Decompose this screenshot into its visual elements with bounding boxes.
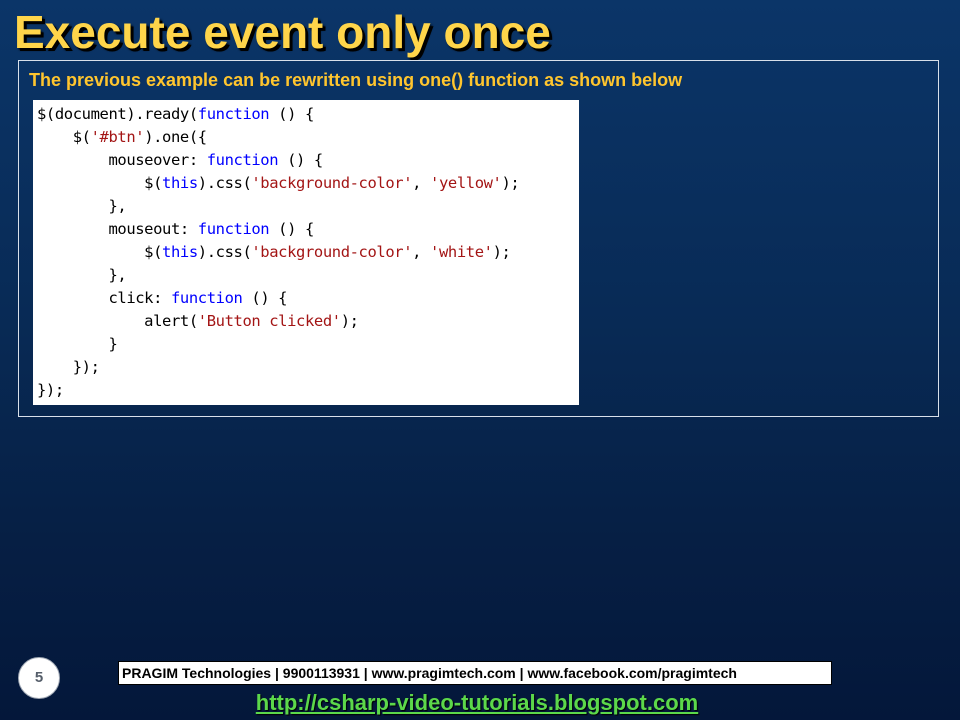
slide-title: Execute event only once	[14, 6, 551, 58]
code-string: 'Button clicked'	[197, 312, 341, 330]
code-text: $(document).ready(	[37, 105, 198, 123]
code-text: });	[37, 381, 64, 399]
code-block: $(document).ready(function () { $('#btn'…	[33, 100, 579, 405]
code-text: ,	[412, 174, 431, 192]
code-line: }	[37, 333, 579, 356]
code-text: },	[37, 266, 127, 284]
code-keyword: function	[197, 105, 270, 123]
code-keyword: this	[162, 243, 198, 261]
code-text: click:	[37, 289, 171, 307]
code-line: mouseover: function () {	[37, 149, 579, 172]
code-text: }	[37, 335, 118, 353]
code-text: ).css(	[197, 243, 252, 261]
code-text: $(	[37, 128, 91, 146]
code-line: });	[37, 379, 579, 402]
code-keyword: function	[206, 151, 279, 169]
code-keyword: function	[197, 220, 270, 238]
code-line: });	[37, 356, 579, 379]
code-line: alert('Button clicked');	[37, 310, 579, 333]
code-text: ).one({	[144, 128, 207, 146]
code-text: () {	[242, 289, 288, 307]
code-string: 'white'	[430, 243, 493, 261]
code-text: mouseover:	[37, 151, 207, 169]
code-string: 'background-color'	[251, 174, 413, 192]
code-text: },	[37, 197, 127, 215]
code-text: });	[37, 358, 100, 376]
code-line: $(this).css('background-color', 'yellow'…	[37, 172, 579, 195]
code-text: );	[501, 174, 520, 192]
code-text: () {	[269, 105, 314, 123]
code-text: ).css(	[197, 174, 252, 192]
code-text: () {	[269, 220, 314, 238]
code-text: );	[492, 243, 511, 261]
code-line: mouseout: function () {	[37, 218, 579, 241]
code-text: ,	[412, 243, 431, 261]
code-text: alert(	[37, 312, 198, 330]
code-string: 'background-color'	[251, 243, 413, 261]
intro-text: The previous example can be rewritten us…	[29, 70, 683, 90]
code-line: $(this).css('background-color', 'white')…	[37, 241, 579, 264]
code-text: $(	[37, 243, 163, 261]
code-text: () {	[278, 151, 323, 169]
code-text: );	[340, 312, 359, 330]
code-string: '#btn'	[90, 128, 145, 146]
code-string: 'yellow'	[430, 174, 502, 192]
code-line: },	[37, 195, 579, 218]
blog-link[interactable]: http://csharp-video-tutorials.blogspot.c…	[0, 688, 954, 718]
code-keyword: this	[162, 174, 198, 192]
code-keyword: function	[170, 289, 243, 307]
code-line: },	[37, 264, 579, 287]
code-line: click: function () {	[37, 287, 579, 310]
code-text: $(	[37, 174, 163, 192]
company-info-bar: PRAGIM Technologies | 9900113931 | www.p…	[118, 661, 832, 685]
content-box: The previous example can be rewritten us…	[18, 60, 939, 417]
code-text: mouseout:	[37, 220, 198, 238]
code-line: $(document).ready(function () {	[37, 103, 579, 126]
code-line: $('#btn').one({	[37, 126, 579, 149]
